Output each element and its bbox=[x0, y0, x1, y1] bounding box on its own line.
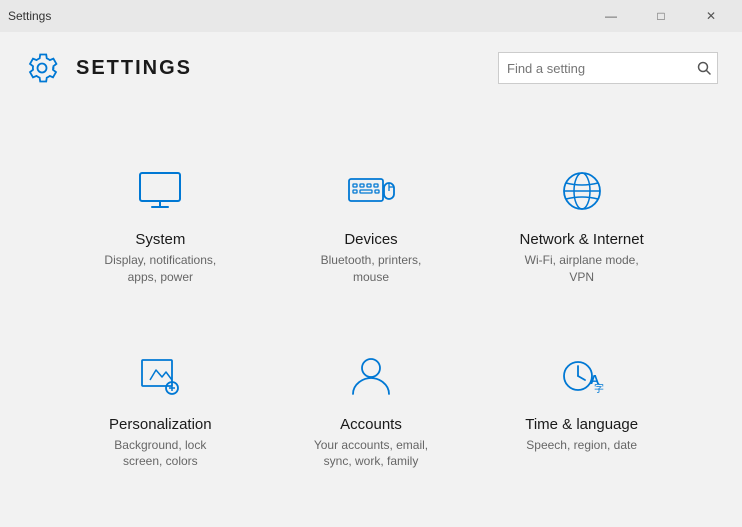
svg-text:字: 字 bbox=[594, 382, 604, 395]
page-title: SETTINGS bbox=[76, 57, 192, 80]
personalization-desc: Background, lockscreen, colors bbox=[114, 437, 206, 471]
settings-grid: System Display, notifications,apps, powe… bbox=[60, 141, 682, 490]
system-desc: Display, notifications,apps, power bbox=[104, 252, 216, 286]
devices-name: Devices bbox=[344, 231, 397, 248]
network-icon bbox=[552, 161, 612, 221]
title-bar-controls: — □ ✕ bbox=[588, 0, 734, 32]
time-icon: A 字 bbox=[552, 346, 612, 406]
setting-item-time[interactable]: A 字 Time & language Speech, region, date bbox=[481, 326, 682, 491]
header: SETTINGS bbox=[0, 32, 742, 104]
personalization-name: Personalization bbox=[109, 416, 212, 433]
header-left: SETTINGS bbox=[24, 50, 192, 86]
search-input[interactable] bbox=[499, 61, 691, 76]
search-icon bbox=[691, 52, 717, 84]
time-desc: Speech, region, date bbox=[526, 437, 637, 454]
settings-window: Settings — □ ✕ SETTINGS bbox=[0, 0, 742, 527]
gear-icon bbox=[24, 50, 60, 86]
accounts-name: Accounts bbox=[340, 416, 402, 433]
title-bar-left: Settings bbox=[8, 9, 51, 23]
search-box[interactable] bbox=[498, 52, 718, 84]
accounts-icon bbox=[341, 346, 401, 406]
setting-item-system[interactable]: System Display, notifications,apps, powe… bbox=[60, 141, 261, 306]
personalization-icon bbox=[130, 346, 190, 406]
title-bar: Settings — □ ✕ bbox=[0, 0, 742, 32]
setting-item-personalization[interactable]: Personalization Background, lockscreen, … bbox=[60, 326, 261, 491]
time-name: Time & language bbox=[525, 416, 638, 433]
setting-item-accounts[interactable]: Accounts Your accounts, email,sync, work… bbox=[271, 326, 472, 491]
network-desc: Wi-Fi, airplane mode,VPN bbox=[525, 252, 639, 286]
devices-desc: Bluetooth, printers,mouse bbox=[321, 252, 422, 286]
accounts-desc: Your accounts, email,sync, work, family bbox=[314, 437, 428, 471]
maximize-button[interactable]: □ bbox=[638, 0, 684, 32]
system-icon bbox=[130, 161, 190, 221]
main-content: System Display, notifications,apps, powe… bbox=[0, 104, 742, 527]
setting-item-devices[interactable]: Devices Bluetooth, printers,mouse bbox=[271, 141, 472, 306]
system-name: System bbox=[135, 231, 185, 248]
setting-item-network[interactable]: Network & Internet Wi-Fi, airplane mode,… bbox=[481, 141, 682, 306]
close-button[interactable]: ✕ bbox=[688, 0, 734, 32]
minimize-button[interactable]: — bbox=[588, 0, 634, 32]
network-name: Network & Internet bbox=[520, 231, 644, 248]
devices-icon bbox=[341, 161, 401, 221]
window-title: Settings bbox=[8, 9, 51, 23]
